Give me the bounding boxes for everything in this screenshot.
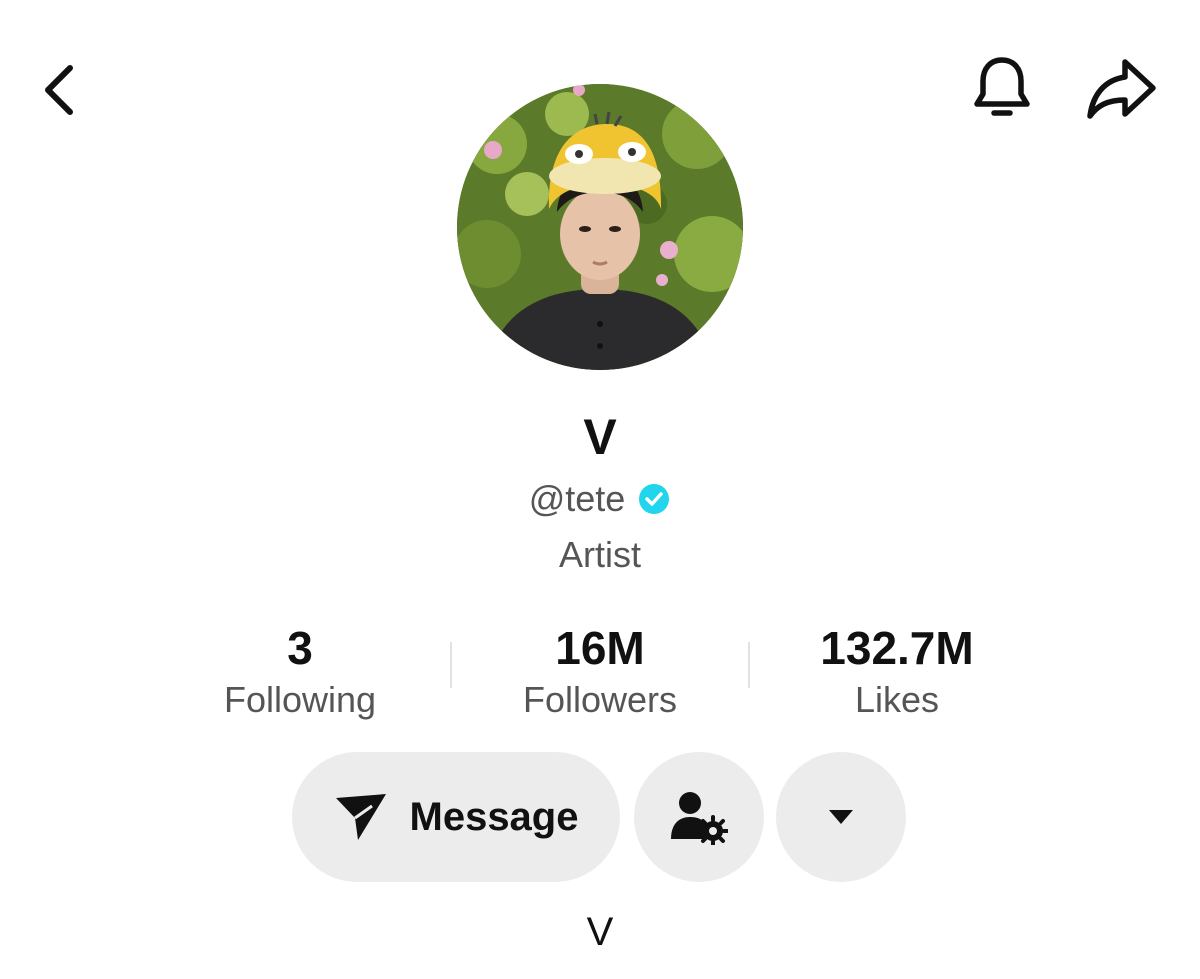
stat-label: Following	[223, 679, 377, 720]
message-label: Message	[409, 794, 579, 839]
stat-likes[interactable]: 132.7M Likes	[747, 620, 1047, 722]
back-button[interactable]	[28, 58, 92, 122]
stat-value: 132.7M	[820, 622, 974, 674]
stats-row: 3 Following 16M Followers 132.7M Likes	[0, 620, 1200, 730]
notification-bell-button[interactable]	[965, 52, 1039, 126]
handle-row: @tete	[0, 478, 1200, 520]
stat-value: 3	[287, 622, 313, 674]
caret-down-icon	[829, 810, 853, 824]
profile-avatar[interactable]	[457, 84, 743, 370]
bell-icon	[974, 57, 1030, 116]
chevron-left-icon	[45, 65, 73, 115]
message-button[interactable]: Message	[292, 752, 620, 882]
stat-label: Likes	[854, 679, 940, 720]
share-arrow-icon	[1087, 59, 1156, 119]
profile-footer-text: V	[586, 910, 614, 954]
profile-page: V @tete Artist 3 Following 16M Followers…	[0, 0, 1200, 979]
stat-followers[interactable]: 16M Followers	[450, 620, 750, 722]
follow-settings-button[interactable]	[634, 752, 764, 882]
share-button[interactable]	[1080, 52, 1164, 126]
bio-text: Artist	[558, 534, 641, 575]
user-settings-icon	[671, 792, 728, 845]
avatar-image	[457, 84, 743, 370]
more-options-button[interactable]	[776, 752, 906, 882]
send-icon	[335, 794, 386, 840]
stat-following[interactable]: 3 Following	[150, 620, 450, 722]
username-handle: @tete	[528, 478, 626, 519]
verified-badge-icon	[639, 484, 670, 514]
stat-value: 16M	[555, 622, 645, 674]
display-name: V	[583, 409, 617, 465]
stat-label: Followers	[522, 679, 678, 720]
